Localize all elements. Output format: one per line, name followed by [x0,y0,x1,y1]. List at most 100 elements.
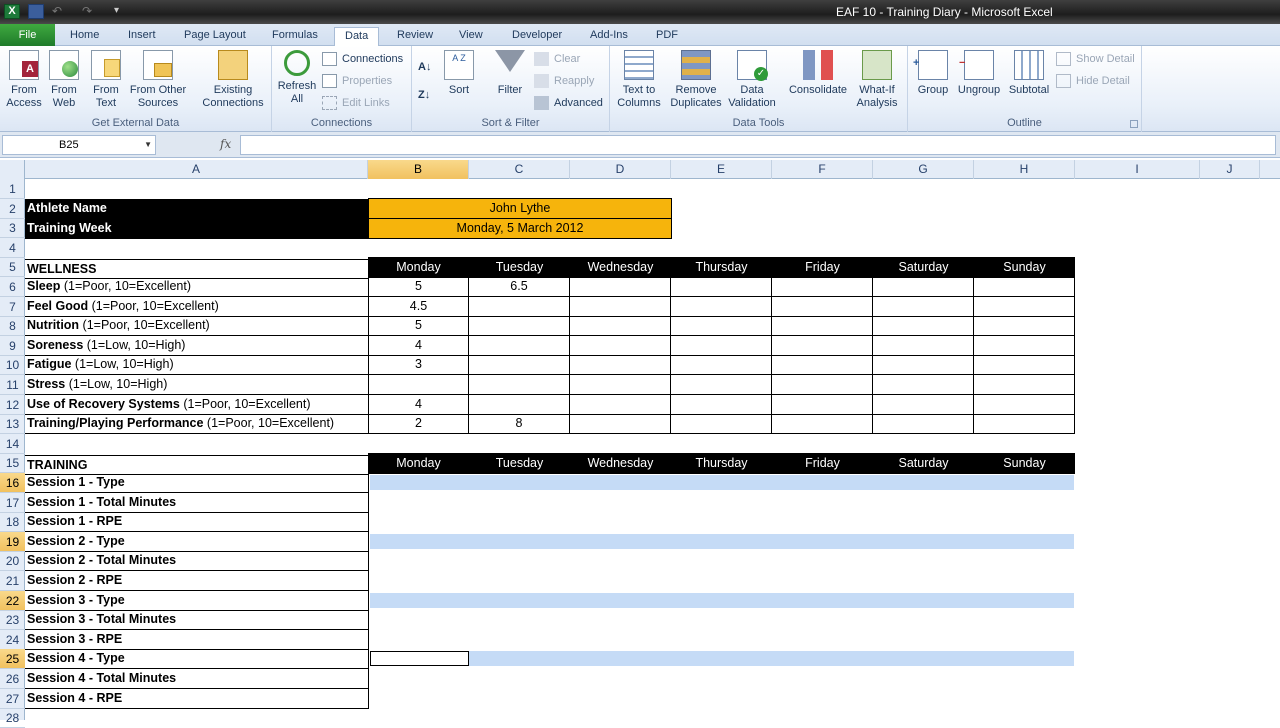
row-header-14[interactable]: 14 [0,434,25,454]
row-header-17[interactable]: 17 [0,493,25,513]
column-header-f[interactable]: F [772,160,873,179]
row-header-5[interactable]: 5 [0,257,25,278]
wellness-value-cell[interactable]: 2 [368,414,469,435]
training-week-value[interactable]: Monday, 5 March 2012 [368,218,672,239]
worksheet-grid[interactable]: Athlete Name Training Week John Lythe Mo… [25,179,1280,720]
wellness-row-label[interactable]: Feel Good (1=Poor, 10=Excellent) [25,297,369,317]
tab-formulas[interactable]: Formulas [268,27,322,46]
wellness-value-cell[interactable] [873,277,974,297]
tab-home[interactable]: Home [66,27,103,46]
training-title[interactable]: TRAINING [25,455,369,475]
wellness-value-cell[interactable] [570,335,671,356]
wellness-value-cell[interactable]: 3 [368,355,469,376]
column-header-j[interactable]: J [1200,160,1260,179]
wellness-value-cell[interactable] [873,316,974,337]
row-header-19[interactable]: 19 [0,531,25,552]
wellness-row-label[interactable]: Soreness (1=Low, 10=High) [25,336,369,356]
customize-quick-access-icon[interactable]: ▾ [114,4,130,19]
tab-insert[interactable]: Insert [124,27,160,46]
wellness-value-cell[interactable] [974,296,1075,317]
column-header-b[interactable]: B [368,160,469,179]
wellness-day-header-wednesday[interactable]: Wednesday [570,257,671,278]
wellness-day-header-friday[interactable]: Friday [772,257,873,278]
row-header-12[interactable]: 12 [0,395,25,415]
wellness-value-cell[interactable] [469,316,570,337]
tab-pdf[interactable]: PDF [652,27,682,46]
wellness-value-cell[interactable] [974,394,1075,415]
row-header-1[interactable]: 1 [0,179,25,199]
tab-page-layout[interactable]: Page Layout [180,27,250,46]
training-row-label[interactable]: Session 4 - Total Minutes [25,669,369,689]
wellness-row-label[interactable]: Nutrition (1=Poor, 10=Excellent) [25,316,369,337]
outline-dialog-launcher-icon[interactable] [1130,120,1138,128]
row-header-26[interactable]: 26 [0,669,25,689]
wellness-value-cell[interactable]: 6.5 [469,277,570,297]
row-header-20[interactable]: 20 [0,551,25,572]
wellness-day-header-monday[interactable]: Monday [368,257,469,278]
training-week-label[interactable]: Training Week [25,219,369,239]
wellness-value-cell[interactable] [772,316,873,337]
wellness-value-cell[interactable] [469,335,570,356]
wellness-value-cell[interactable] [974,277,1075,297]
column-header-h[interactable]: H [974,160,1075,179]
row-header-6[interactable]: 6 [0,277,25,297]
training-day-header-monday[interactable]: Monday [368,453,469,474]
row-header-9[interactable]: 9 [0,336,25,356]
what-if-analysis-button[interactable]: What-If Analysis [850,50,904,110]
wellness-value-cell[interactable] [671,316,772,337]
session-type-highlight[interactable] [469,651,1074,667]
wellness-value-cell[interactable] [873,394,974,415]
wellness-value-cell[interactable] [570,414,671,435]
active-cell-b25[interactable] [370,651,469,667]
tab-developer[interactable]: Developer [508,27,566,46]
edit-links-button[interactable]: Edit Links [322,94,390,112]
excel-logo-icon[interactable]: X [4,4,20,19]
row-header-8[interactable]: 8 [0,316,25,337]
wellness-row-label[interactable]: Sleep (1=Poor, 10=Excellent) [25,277,369,297]
wellness-value-cell[interactable] [974,316,1075,337]
training-row-label[interactable]: Session 2 - RPE [25,571,369,591]
row-header-7[interactable]: 7 [0,297,25,317]
athlete-name-value[interactable]: John Lythe [368,198,672,219]
wellness-row-label[interactable]: Stress (1=Low, 10=High) [25,375,369,395]
filter-button[interactable]: Filter [488,50,532,97]
row-header-4[interactable]: 4 [0,238,25,258]
training-row-label[interactable]: Session 2 - Total Minutes [25,551,369,572]
select-all-corner[interactable] [0,160,25,179]
undo-icon[interactable]: ↶ [52,4,68,19]
existing-connections-button[interactable]: Existing Connections [198,50,268,110]
row-header-10[interactable]: 10 [0,355,25,376]
row-header-24[interactable]: 24 [0,630,25,650]
session-type-highlight[interactable] [370,533,1074,549]
wellness-value-cell[interactable] [772,394,873,415]
name-box-dropdown-icon[interactable]: ▼ [144,136,152,154]
wellness-value-cell[interactable] [772,277,873,297]
training-row-label[interactable]: Session 3 - Total Minutes [25,610,369,631]
wellness-row-label[interactable]: Training/Playing Performance (1=Poor, 10… [25,414,369,435]
wellness-day-header-saturday[interactable]: Saturday [873,257,974,278]
training-day-header-tuesday[interactable]: Tuesday [469,453,570,474]
clear-button[interactable]: Clear [534,50,580,68]
wellness-value-cell[interactable]: 4.5 [368,296,469,317]
wellness-value-cell[interactable] [570,375,671,395]
training-day-header-saturday[interactable]: Saturday [873,453,974,474]
redo-icon[interactable]: ↷ [82,4,98,19]
wellness-value-cell[interactable] [570,316,671,337]
data-validation-button[interactable]: Data Validation [724,50,780,110]
wellness-row-label[interactable]: Fatigue (1=Low, 10=High) [25,355,369,376]
training-day-header-thursday[interactable]: Thursday [671,453,772,474]
training-row-label[interactable]: Session 4 - Type [25,649,369,670]
wellness-title[interactable]: WELLNESS [25,259,369,279]
row-header-16[interactable]: 16 [0,473,25,493]
wellness-value-cell[interactable] [368,375,469,395]
wellness-value-cell[interactable] [671,394,772,415]
row-header-2[interactable]: 2 [0,199,25,219]
training-row-label[interactable]: Session 4 - RPE [25,688,369,709]
remove-duplicates-button[interactable]: Remove Duplicates [664,50,728,110]
wellness-value-cell[interactable] [570,394,671,415]
wellness-value-cell[interactable] [974,375,1075,395]
row-header-13[interactable]: 13 [0,414,25,435]
wellness-day-header-sunday[interactable]: Sunday [974,257,1075,278]
wellness-value-cell[interactable] [671,296,772,317]
connections-button[interactable]: Connections [322,50,403,68]
